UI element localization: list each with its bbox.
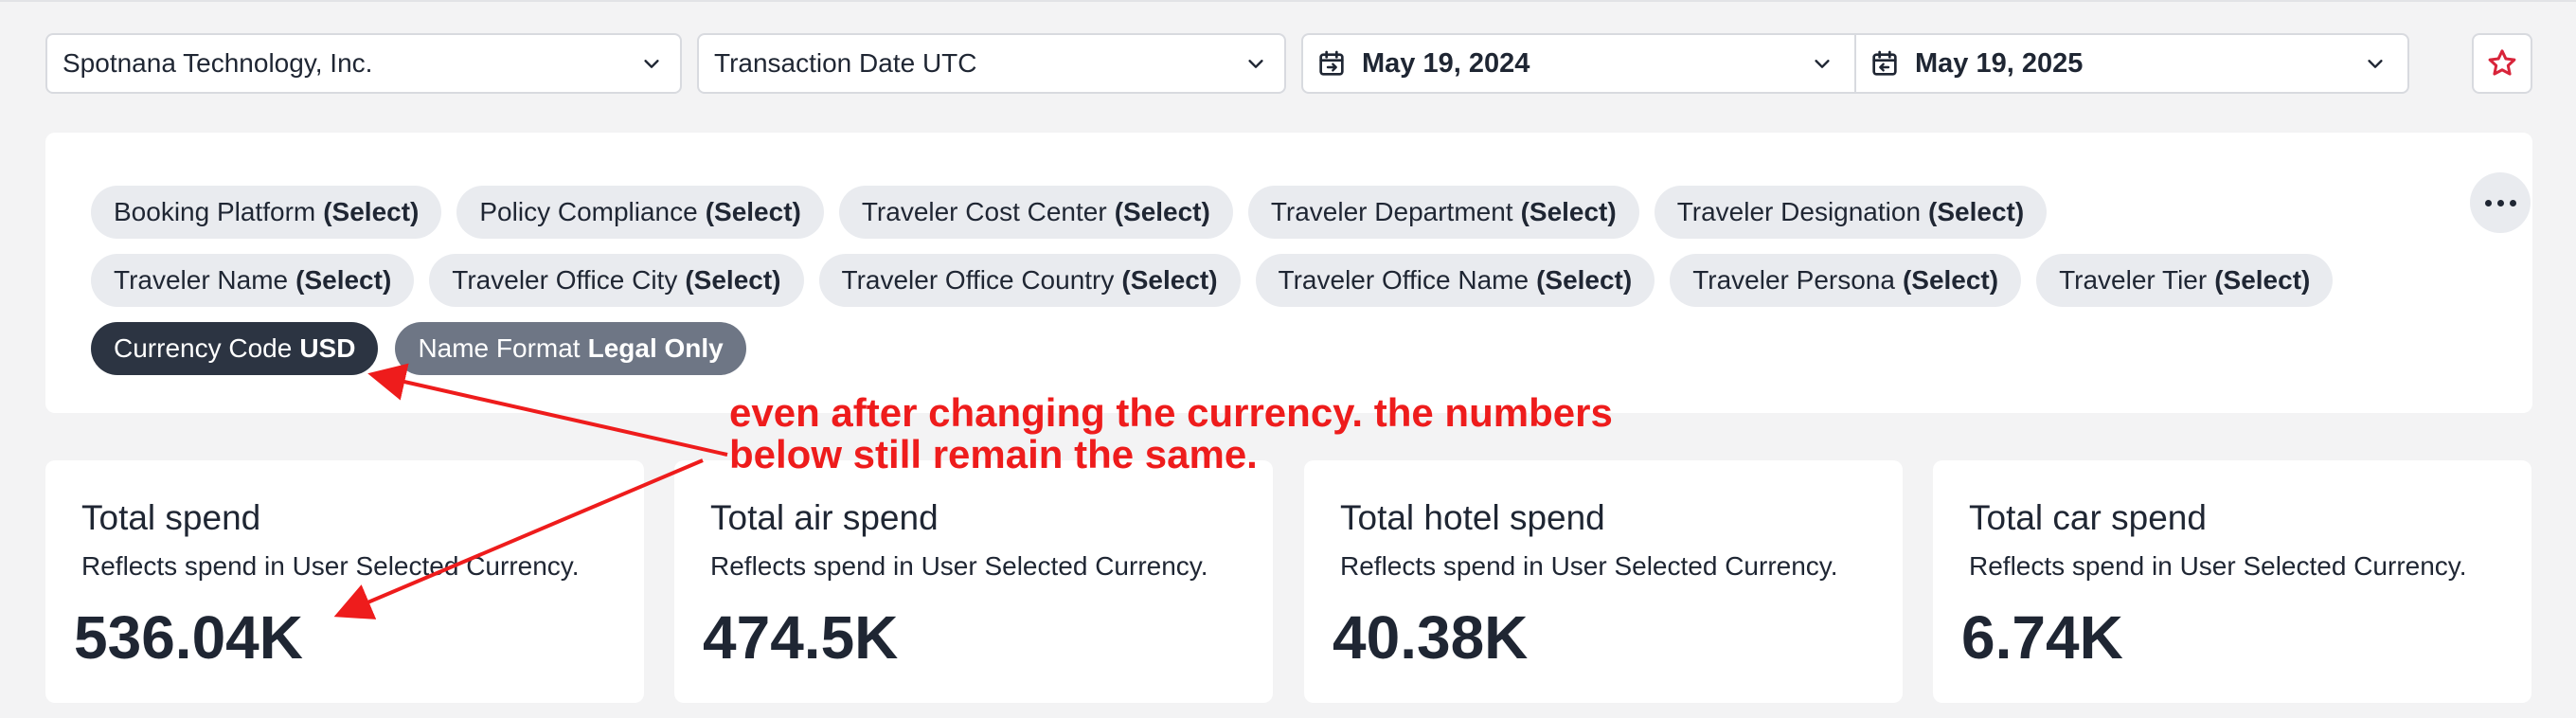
arrow-to-currency-chip [367,363,728,457]
annotation-arrows [333,363,728,619]
arrow-to-total-spend [333,458,704,619]
annotation-note: even after changing the currency. the nu… [729,390,1613,476]
